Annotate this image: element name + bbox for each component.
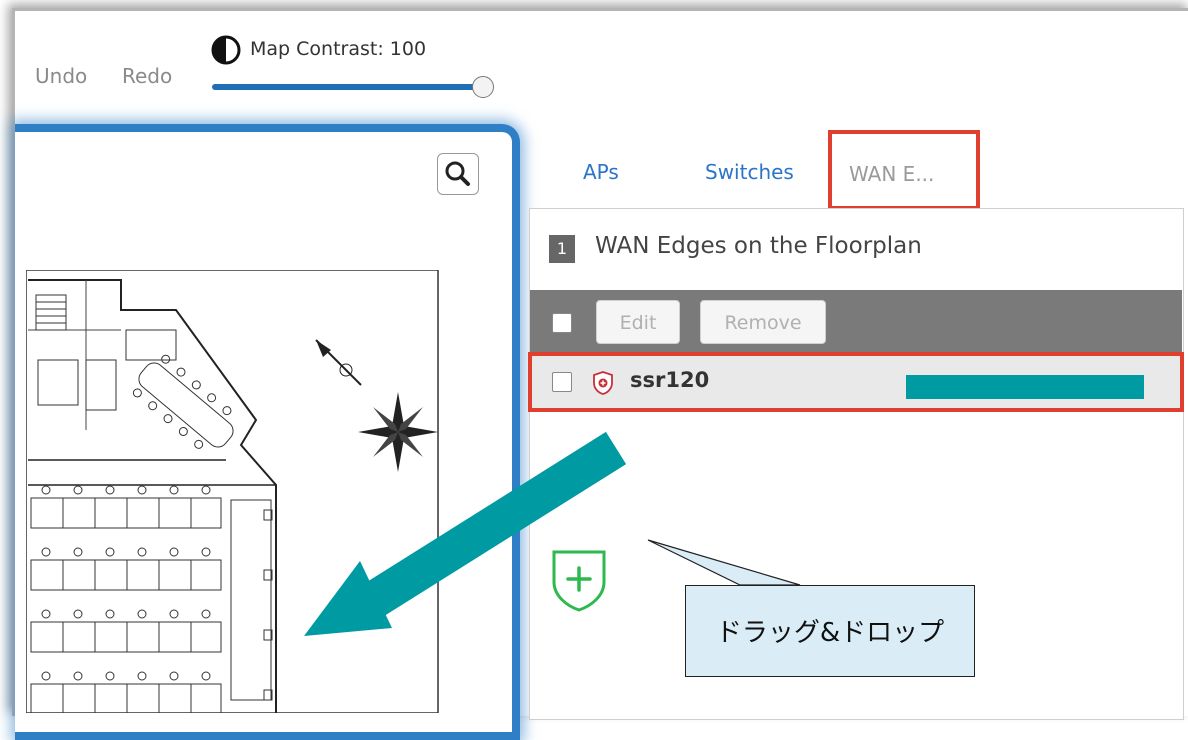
- wan-tab-highlight-box: [828, 130, 980, 210]
- row-highlight-box: [528, 352, 1184, 412]
- floorplan-image: [26, 270, 439, 713]
- map-contrast-slider[interactable]: [212, 84, 484, 90]
- list-title: WAN Edges on the Floorplan: [595, 233, 922, 259]
- search-icon: [445, 161, 470, 186]
- contrast-icon: [211, 35, 241, 65]
- select-all-checkbox[interactable]: [552, 313, 572, 333]
- redo-button[interactable]: Redo: [122, 64, 172, 88]
- tab-aps[interactable]: APs: [583, 160, 619, 184]
- tab-switches[interactable]: Switches: [705, 160, 794, 184]
- map-search-button[interactable]: [437, 153, 479, 195]
- callout-text: ドラッグ&ドロップ: [715, 618, 945, 648]
- map-contrast-slider-thumb[interactable]: [472, 76, 494, 98]
- add-wan-edge-icon[interactable]: [548, 548, 610, 612]
- remove-button[interactable]: Remove: [700, 300, 826, 344]
- undo-button[interactable]: Undo: [35, 64, 87, 88]
- map-contrast-label: Map Contrast: 100: [250, 38, 427, 60]
- count-badge: 1: [549, 235, 575, 263]
- edit-button[interactable]: Edit: [596, 300, 680, 344]
